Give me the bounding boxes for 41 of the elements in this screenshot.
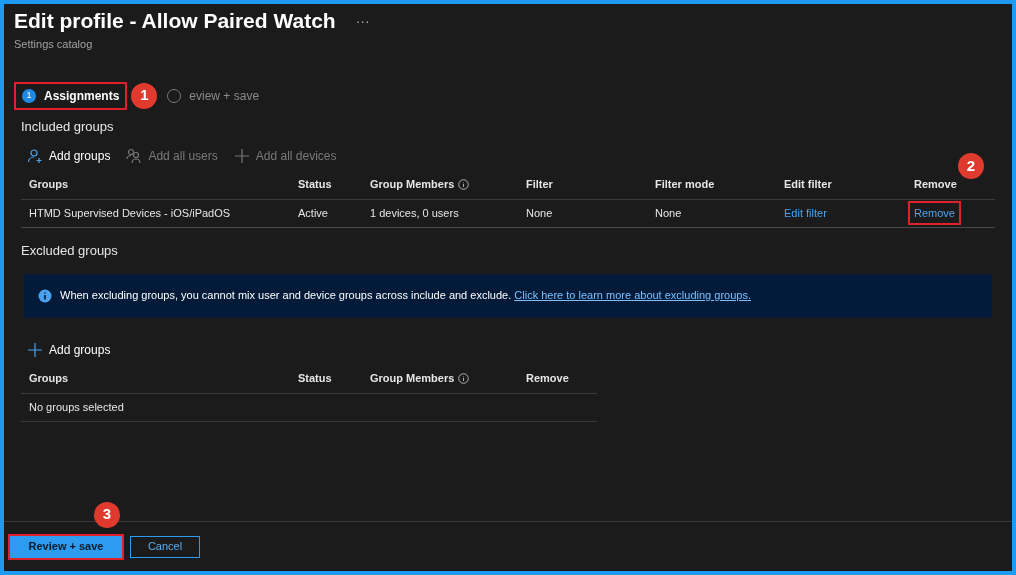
column-header: Filter mode — [655, 176, 715, 192]
table-link[interactable]: Edit filter — [778, 200, 833, 226]
more-options-button[interactable]: ··· — [355, 10, 370, 32]
review-save-button[interactable]: Review + save — [10, 535, 122, 558]
add-user-icon — [27, 147, 43, 164]
add-button[interactable]: Add groups — [27, 340, 111, 359]
page-subtitle: Settings catalog — [14, 37, 94, 52]
table-cell-text: None — [526, 205, 553, 221]
step-icon: 1 — [22, 88, 36, 103]
callout-badge: 1 — [131, 82, 158, 109]
info-message: When excluding groups, you cannot mix user and device groups across include and exclude. Click here to learn more about excluding groups. — [60, 288, 751, 304]
plus-icon — [27, 341, 43, 358]
column-header: Remove — [526, 370, 569, 386]
callout-badge: 2 — [958, 152, 984, 179]
empty-message: No groups selected — [29, 399, 124, 415]
table-cell-text: None — [655, 205, 682, 221]
cancel-button[interactable]: Cancel — [130, 535, 200, 558]
column-header: Group Members — [370, 176, 455, 192]
table-cell-text: HTMD Supervised Devices - iOS/iPadOS — [29, 205, 231, 221]
table-cell-text: Active — [298, 205, 328, 221]
column-header: Status — [298, 176, 332, 192]
plus-icon — [233, 147, 250, 164]
page-title: Edit profile - Allow Paired Watch — [14, 8, 336, 34]
column-header: Groups — [29, 176, 69, 192]
column-header: Filter — [526, 176, 553, 192]
column-header: Status — [298, 370, 332, 386]
wizard-tab[interactable]: 1 Assignments — [14, 81, 128, 110]
wizard-tab[interactable]: eview + save — [159, 81, 268, 110]
learn-more-link[interactable]: Click here to learn more about excluding groups. — [514, 289, 751, 302]
callout-badge: 3 — [94, 501, 120, 528]
add-button[interactable]: Add groups — [27, 146, 111, 165]
column-header: Edit filter — [784, 176, 832, 192]
table-cell-text: 1 devices, 0 users — [370, 205, 459, 221]
table-link[interactable]: Remove — [908, 200, 961, 226]
column-header: Remove — [914, 176, 957, 192]
column-header: Group Members — [370, 370, 455, 386]
users-icon — [126, 147, 143, 164]
info-icon — [38, 288, 52, 303]
section-heading: Excluded groups — [21, 241, 119, 260]
section-heading: Included groups — [21, 117, 115, 136]
column-header: Groups — [29, 370, 69, 386]
